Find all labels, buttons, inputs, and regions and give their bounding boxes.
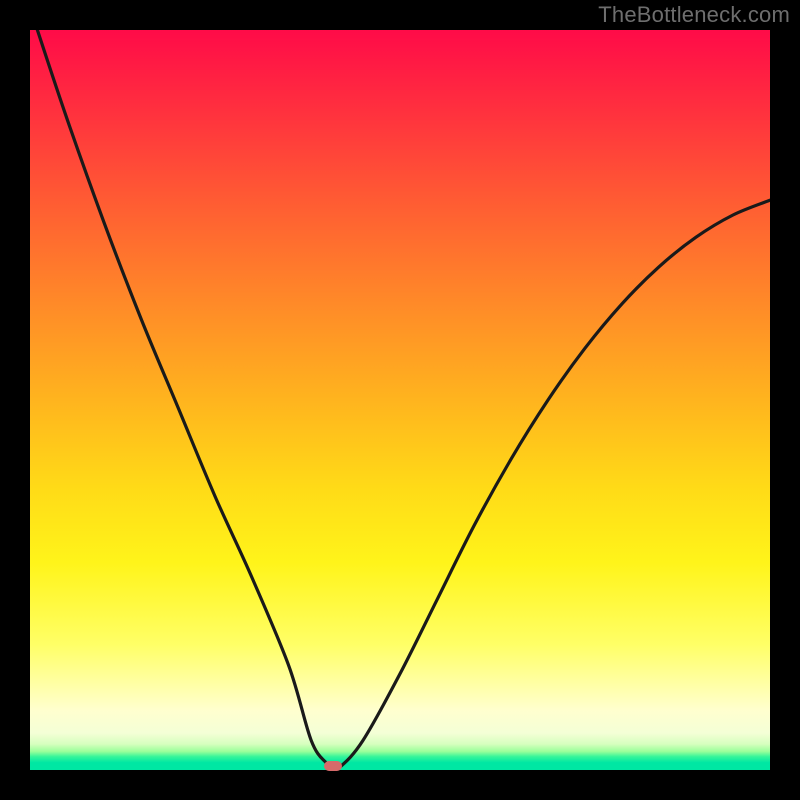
minimum-marker [324,761,342,771]
chart-container: TheBottleneck.com [0,0,800,800]
watermark-text: TheBottleneck.com [598,2,790,28]
bottleneck-curve [30,30,770,770]
plot-frame [30,30,770,770]
